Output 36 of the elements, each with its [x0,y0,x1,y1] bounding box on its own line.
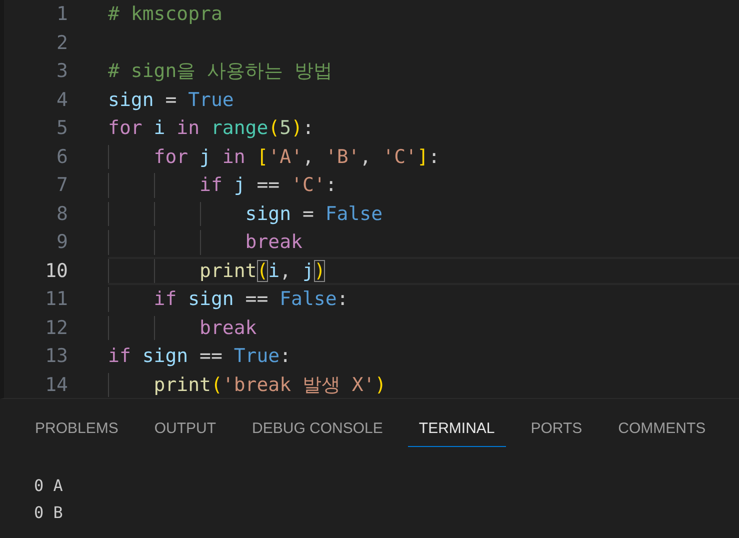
terminal-output-line: 0 B [34,502,64,524]
line-number: 3 [56,60,68,82]
panel-tab[interactable]: PROBLEMS [24,412,130,448]
code-line: print('break 발생 X') [152,372,386,398]
code-line: if sign == False: [152,288,348,310]
line-number: 14 [44,374,68,396]
line-number: 5 [56,117,68,140]
line-number: 6 [56,146,68,168]
code-line: for j in ['A', 'B', 'C']: [152,146,440,168]
line-number: 12 [44,316,68,339]
code-line: # kmscopra [108,3,222,26]
line-number: 10 [44,260,68,282]
code-line: break [244,231,302,254]
code-line: if j == 'C': [198,174,337,196]
line-number: 2 [56,32,68,54]
code-editor[interactable] [0,0,739,400]
line-number: 9 [56,231,68,254]
panel-tab[interactable]: TERMINAL [408,412,506,448]
code-line: sign = False [244,202,383,225]
code-line: sign = True [108,88,234,111]
panel-tab[interactable]: PORTS [520,412,594,448]
line-number: 11 [44,288,68,310]
panel-tab[interactable]: COMMENTS [607,412,717,448]
line-number: 13 [44,345,68,368]
line-number: 1 [56,3,68,26]
line-number: 8 [56,202,68,225]
code-line: if sign == True: [108,345,292,368]
code-line: print(i, j) [198,260,326,282]
line-number: 4 [56,88,68,111]
code-line: # sign을 사용하는 방법 [108,59,333,84]
line-number: 7 [56,174,68,196]
code-line: for i in range(5): [108,117,314,140]
panel-tab[interactable]: DEBUG CONSOLE [241,412,394,448]
code-line: break [198,316,257,339]
terminal-output-line: 0 A [34,475,64,497]
panel-tab[interactable]: OUTPUT [143,412,228,448]
